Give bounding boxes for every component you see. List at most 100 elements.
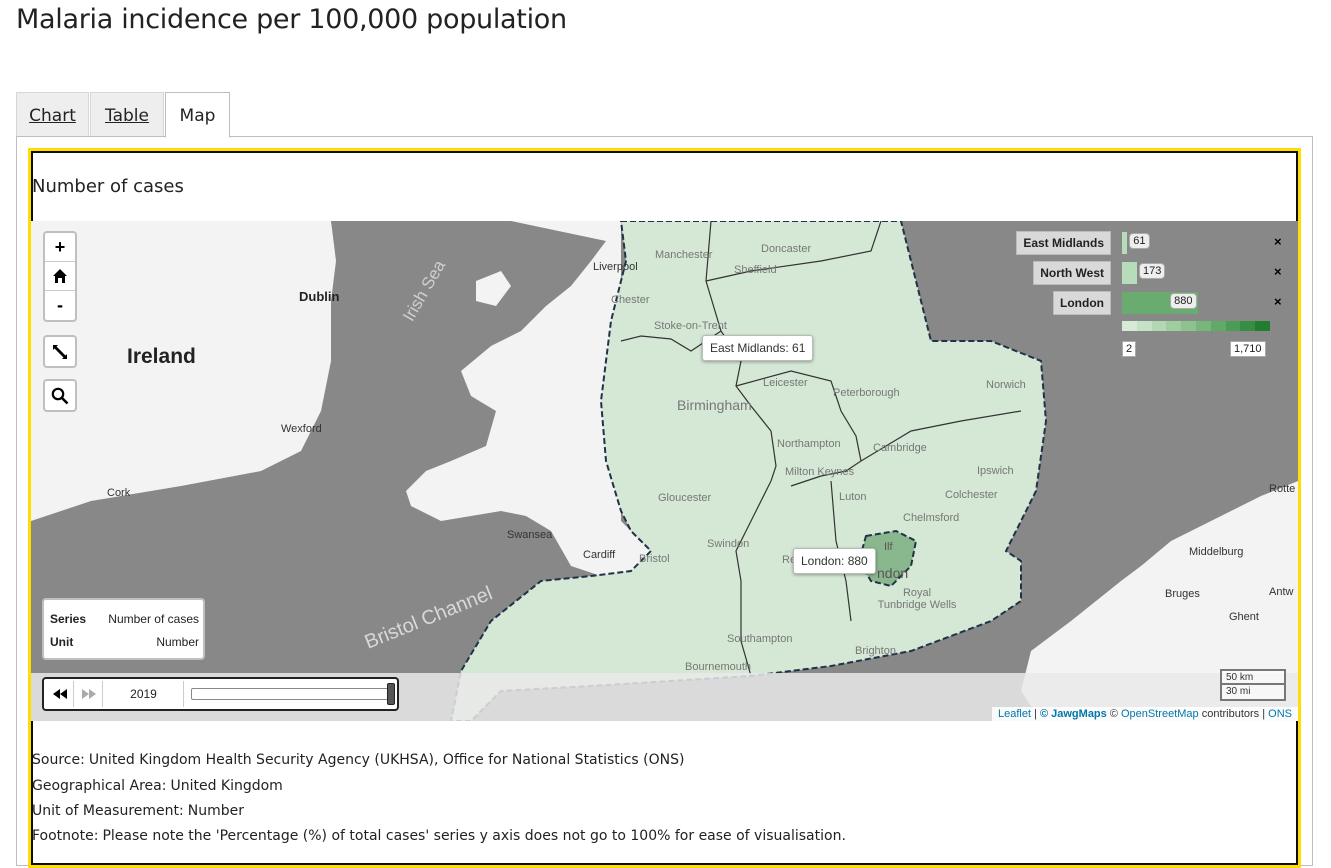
source-line: Source: United Kingdom Health Security Ag… — [32, 752, 685, 768]
label-stoke: Stoke-on-Trent — [654, 320, 727, 332]
legend-remove-icon[interactable]: × — [1274, 294, 1282, 309]
year-slider-track[interactable] — [191, 688, 391, 700]
leaflet-link[interactable]: Leaflet — [998, 708, 1031, 720]
page-title: Malaria incidence per 100,000 population — [16, 4, 567, 35]
zoom-in-button[interactable]: + — [45, 233, 75, 262]
osm-link[interactable]: OpenStreetMap — [1121, 708, 1199, 720]
legend-value-bar — [1122, 262, 1137, 284]
label-ipswich: Ipswich — [977, 465, 1014, 477]
map-canvas[interactable]: Ireland Dublin Irish Sea Wexford Cork Li… — [31, 221, 1298, 721]
series-info-box: Series Number of cases Unit Number — [42, 598, 205, 660]
unit-label: Unit — [50, 635, 74, 649]
legend-color-swatch — [1196, 321, 1211, 331]
legend-color-swatch — [1210, 321, 1226, 331]
legend-color-swatch — [1151, 321, 1167, 331]
label-birmingham: Birmingham — [677, 397, 752, 413]
legend-color-swatch — [1181, 321, 1197, 331]
label-chelmsford: Chelmsford — [903, 512, 960, 524]
legend-value-label: 61 — [1129, 233, 1150, 249]
area-line: Geographical Area: United Kingdom — [32, 778, 283, 794]
ons-link[interactable]: ONS — [1268, 708, 1292, 720]
legend-region-name: North West — [1033, 261, 1111, 285]
source-value: United Kingdom Health Security Agency (U… — [88, 752, 685, 768]
label-colchester: Colchester — [945, 489, 998, 501]
label-dublin: Dublin — [299, 289, 340, 304]
label-bruges: Bruges — [1165, 588, 1200, 600]
label-swansea: Swansea — [507, 529, 553, 541]
zoom-control: + - — [43, 231, 77, 322]
label-peterborough: Peterborough — [833, 387, 900, 399]
tooltip-london: London: 880 — [793, 548, 876, 574]
label-ireland: Ireland — [127, 345, 196, 368]
legend-color-swatch — [1225, 321, 1241, 331]
label-sheffield: Sheffield — [734, 264, 777, 276]
label-london: ndon — [877, 565, 909, 581]
label-middelburg: Middelburg — [1189, 546, 1244, 558]
map-title: Number of cases — [32, 176, 184, 197]
label-luton: Luton — [839, 491, 867, 503]
unit-of-measurement-value: Number — [187, 803, 244, 819]
label-wexford: Wexford — [281, 423, 322, 435]
label-antw: Antw — [1269, 586, 1294, 598]
legend-value-bar — [1122, 232, 1128, 254]
label-liverpool: Liverpool — [593, 261, 638, 273]
fast-forward-icon — [81, 689, 96, 699]
zoom-out-button[interactable]: - — [45, 291, 75, 320]
step-forward-button[interactable] — [75, 681, 103, 707]
rewind-icon — [52, 689, 67, 699]
legend-color-swatch — [1122, 321, 1137, 331]
tab-chart[interactable]: Chart — [16, 92, 89, 137]
legend-region-name: London — [1053, 291, 1111, 315]
legend-value-label: 880 — [1170, 293, 1197, 309]
map-attribution: Leaflet | © JawgMaps © OpenStreetMap con… — [991, 707, 1298, 721]
label-ilford: Ilf — [884, 541, 893, 553]
legend-remove-icon[interactable]: × — [1274, 264, 1282, 279]
scale-km: 50 km — [1220, 669, 1286, 685]
label-bristol: Bristol — [639, 553, 670, 565]
current-year: 2019 — [104, 681, 184, 707]
tab-table[interactable]: Table — [90, 92, 164, 137]
jawg-link[interactable]: © JawgMaps — [1040, 708, 1107, 720]
label-gloucester: Gloucester — [658, 492, 712, 504]
label-doncaster: Doncaster — [761, 243, 812, 255]
label-tunbridge-wells: Royal Tunbridge Wells — [877, 587, 957, 611]
label-brighton: Brighton — [855, 645, 896, 657]
legend-region-name: East Midlands — [1016, 231, 1111, 255]
legend-color-swatch — [1166, 321, 1182, 331]
search-icon — [51, 387, 69, 404]
label-ghent: Ghent — [1229, 611, 1259, 623]
legend-remove-icon[interactable]: × — [1274, 234, 1282, 249]
unit-line: Unit of Measurement: Number — [32, 803, 244, 819]
label-norwich: Norwich — [986, 379, 1026, 391]
area-value: United Kingdom — [170, 778, 283, 794]
year-slider-handle[interactable] — [387, 683, 395, 705]
tooltip-east-midlands: East Midlands: 61 — [702, 335, 814, 361]
label-bournemouth: Bournemouth — [685, 661, 752, 673]
unit-value: Number — [156, 635, 199, 649]
fullscreen-button[interactable] — [45, 337, 75, 366]
home-icon — [53, 269, 67, 283]
legend-color-swatch — [1136, 321, 1152, 331]
home-button[interactable] — [45, 262, 75, 291]
label-northampton: Northampton — [777, 438, 841, 450]
scale-bar: 50 km 30 mi — [1220, 669, 1286, 701]
legend-color-swatch — [1240, 321, 1256, 331]
legend-scale-max: 1,710 — [1230, 341, 1266, 357]
label-cork: Cork — [107, 487, 131, 499]
legend-scale-min: 2 — [1122, 341, 1137, 357]
search-button[interactable] — [45, 381, 75, 410]
step-back-button[interactable] — [46, 681, 74, 707]
label-chester: Chester — [611, 294, 650, 306]
tab-map[interactable]: Map — [165, 92, 230, 138]
label-rotte: Rotte — [1269, 483, 1296, 495]
label-manchester: Manchester — [655, 249, 713, 261]
label-cardiff: Cardiff — [583, 549, 616, 561]
fullscreen-control — [43, 335, 77, 368]
search-control — [43, 379, 77, 412]
scale-mi: 30 mi — [1220, 685, 1286, 701]
legend-color-swatch — [1255, 321, 1271, 331]
label-cambridge: Cambridge — [873, 442, 927, 454]
series-label: Series — [50, 612, 87, 626]
legend-value-label: 173 — [1138, 263, 1166, 279]
series-value: Number of cases — [108, 612, 199, 626]
